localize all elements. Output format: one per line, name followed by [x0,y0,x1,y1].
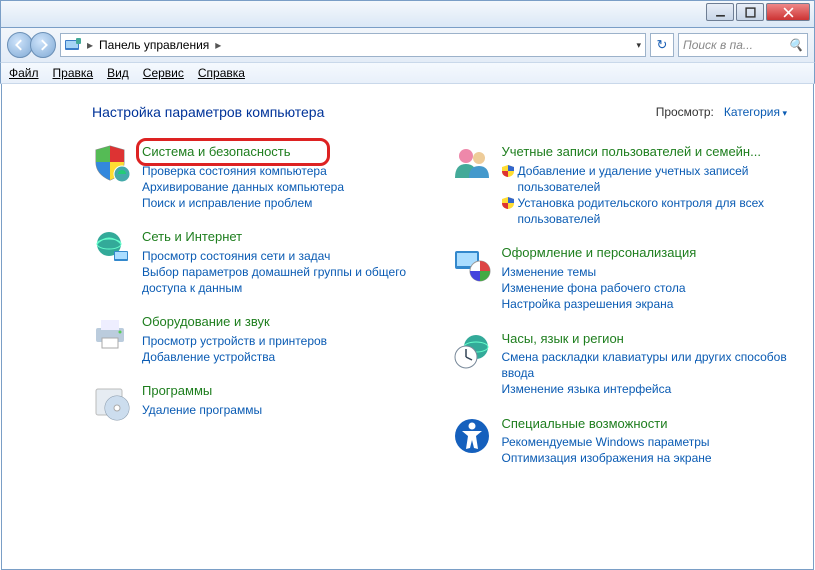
refresh-button[interactable]: ↻ [650,33,674,57]
category-title[interactable]: Учетные записи пользователей и семейн... [502,144,761,160]
sub-link[interactable]: Проверка состояния компьютера [142,163,428,179]
category-title[interactable]: Программы [142,383,212,399]
category-title[interactable]: Часы, язык и регион [502,331,624,347]
sub-link[interactable]: Поиск и исправление проблем [142,195,428,211]
category-title[interactable]: Специальные возможности [502,416,668,432]
breadcrumb-separator-icon: ▸ [87,38,93,52]
window-titlebar [0,0,815,28]
search-input[interactable]: Поиск в па... 🔍 [678,33,808,57]
users-icon [452,144,492,184]
sub-link[interactable]: Добавление и удаление учетных записей по… [502,163,788,195]
category-title[interactable]: Система и безопасность [142,144,291,160]
category-title[interactable]: Оборудование и звук [142,314,270,330]
breadcrumb-separator-icon: ▸ [215,38,221,52]
category-hardware: Оборудование и звук Просмотр устройств и… [92,314,428,365]
sub-link[interactable]: Архивирование данных компьютера [142,179,428,195]
right-column: Учетные записи пользователей и семейн...… [452,144,788,485]
sub-link[interactable]: Удаление программы [142,402,428,418]
appearance-icon [452,245,492,285]
disc-icon [92,383,132,423]
content-area: Настройка параметров компьютера Просмотр… [1,84,814,570]
accessibility-icon [452,416,492,456]
view-by-dropdown[interactable]: Категория [724,105,787,119]
search-icon: 🔍 [788,38,803,52]
category-title[interactable]: Оформление и персонализация [502,245,697,261]
category-title[interactable]: Сеть и Интернет [142,229,242,245]
menu-bar: Файл Правка Вид Сервис Справка [0,62,815,84]
shield-icon [92,144,132,184]
sub-link[interactable]: Оптимизация изображения на экране [502,450,788,466]
left-column: Система и безопасность Проверка состояни… [92,144,428,485]
menu-help[interactable]: Справка [198,66,245,80]
sub-link[interactable]: Установка родительского контроля для все… [502,195,788,227]
sub-link[interactable]: Просмотр устройств и принтеров [142,333,428,349]
sub-link[interactable]: Выбор параметров домашней группы и общег… [142,264,428,296]
view-by: Просмотр: Категория [656,105,787,119]
maximize-button[interactable] [736,3,764,21]
addressbar-dropdown-icon[interactable]: ▾ [636,40,641,51]
category-programs: Программы Удаление программы [92,383,428,423]
category-clock: Часы, язык и регион Смена раскладки клав… [452,331,788,398]
category-accessibility: Специальные возможности Рекомендуемые Wi… [452,416,788,467]
category-system-security: Система и безопасность Проверка состояни… [92,144,428,211]
sub-link[interactable]: Смена раскладки клавиатуры или других сп… [502,349,788,381]
sub-link[interactable]: Изменение темы [502,264,788,280]
minimize-button[interactable] [706,3,734,21]
sub-link[interactable]: Просмотр состояния сети и задач [142,248,428,264]
search-placeholder: Поиск в па... [683,38,753,52]
sub-link[interactable]: Добавление устройства [142,349,428,365]
sub-link[interactable]: Рекомендуемые Windows параметры [502,434,788,450]
menu-edit[interactable]: Правка [53,66,94,80]
menu-view[interactable]: Вид [107,66,129,80]
sub-link[interactable]: Изменение языка интерфейса [502,381,788,397]
category-network: Сеть и Интернет Просмотр состояния сети … [92,229,428,296]
sub-link[interactable]: Изменение фона рабочего стола [502,280,788,296]
page-title: Настройка параметров компьютера [92,104,324,120]
category-appearance: Оформление и персонализация Изменение те… [452,245,788,312]
control-panel-icon [65,38,81,52]
forward-button[interactable] [30,32,56,58]
uac-shield-icon [502,197,514,209]
globe-network-icon [92,229,132,269]
category-users: Учетные записи пользователей и семейн...… [452,144,788,227]
clock-globe-icon [452,331,492,371]
menu-file[interactable]: Файл [9,66,39,80]
navigation-bar: ▸ Панель управления ▸ ▾ ↻ Поиск в па... … [0,28,815,62]
address-bar[interactable]: ▸ Панель управления ▸ ▾ [60,33,646,57]
menu-tools[interactable]: Сервис [143,66,184,80]
sub-link[interactable]: Настройка разрешения экрана [502,296,788,312]
breadcrumb-root[interactable]: Панель управления [99,38,209,52]
printer-icon [92,314,132,354]
uac-shield-icon [502,165,514,177]
close-button[interactable] [766,3,810,21]
